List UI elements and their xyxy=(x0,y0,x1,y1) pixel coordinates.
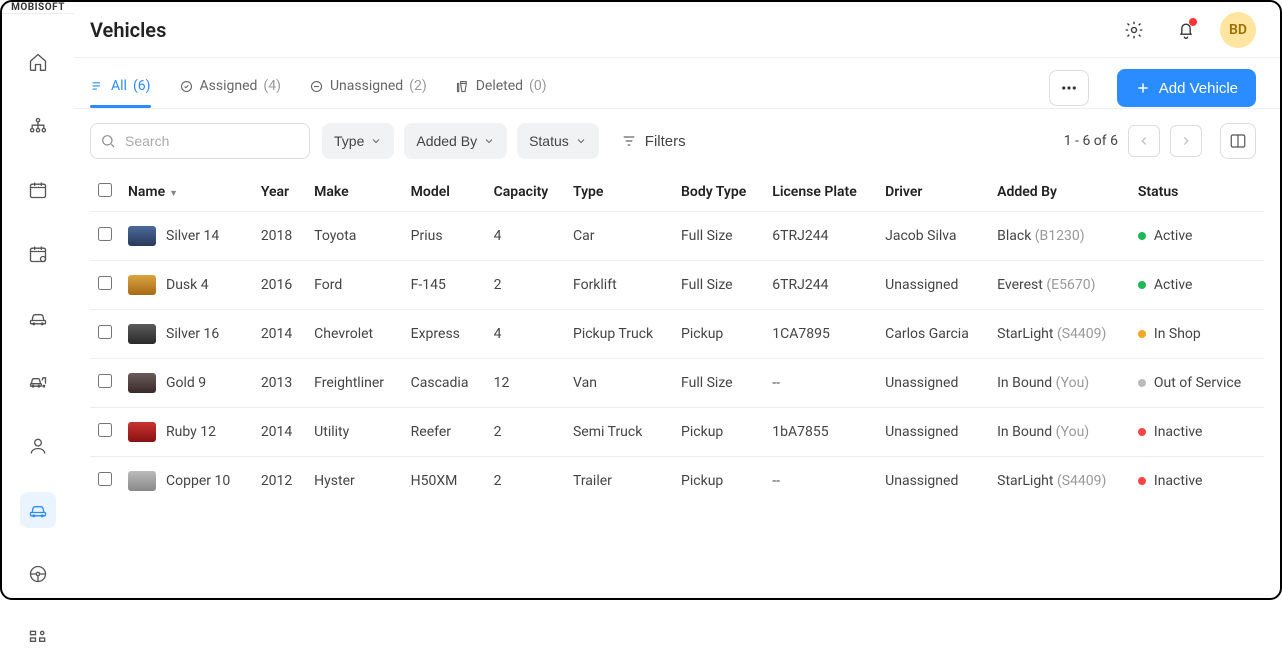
pagination-text: 1 - 6 of 6 xyxy=(1064,133,1118,149)
col-type[interactable]: Type xyxy=(565,173,673,212)
vehicle-name: Dusk 4 xyxy=(166,277,209,293)
row-checkbox[interactable] xyxy=(98,276,112,290)
tab-unassigned[interactable]: Unassigned (2) xyxy=(309,68,427,108)
status-dot xyxy=(1138,477,1146,485)
nav-home[interactable] xyxy=(20,44,56,80)
table-row[interactable]: Silver 162014ChevroletExpress4Pickup Tru… xyxy=(90,310,1264,359)
col-driver[interactable]: Driver xyxy=(877,173,989,212)
col-model[interactable]: Model xyxy=(403,173,486,212)
tab-all[interactable]: All (6) xyxy=(90,68,151,108)
nav-org[interactable] xyxy=(20,108,56,144)
row-checkbox[interactable] xyxy=(98,472,112,486)
vehicle-name: Copper 10 xyxy=(166,473,230,489)
page-title: Vehicles xyxy=(90,18,1100,42)
vehicle-thumb xyxy=(128,226,156,246)
row-checkbox[interactable] xyxy=(98,325,112,339)
table-row[interactable]: Gold 92013FreightlinerCascadia12VanFull … xyxy=(90,359,1264,408)
col-make[interactable]: Make xyxy=(306,173,402,212)
nav-steering[interactable] xyxy=(20,556,56,592)
more-button[interactable] xyxy=(1049,70,1089,106)
status-dot xyxy=(1138,232,1146,240)
status-dot xyxy=(1138,428,1146,436)
nav-widgets[interactable] xyxy=(20,620,56,656)
columns-button[interactable] xyxy=(1220,123,1256,159)
nav-car[interactable] xyxy=(20,300,56,336)
col-capacity[interactable]: Capacity xyxy=(486,173,565,212)
vehicle-name: Silver 14 xyxy=(166,228,219,244)
nav-vehicles[interactable] xyxy=(20,492,56,528)
vehicle-thumb xyxy=(128,275,156,295)
nav-fleet[interactable] xyxy=(20,364,56,400)
status-dot xyxy=(1138,379,1146,387)
col-name[interactable]: Name▼ xyxy=(120,173,253,212)
filter-added-by[interactable]: Added By xyxy=(404,123,507,159)
filter-status[interactable]: Status xyxy=(517,123,599,159)
vehicle-thumb xyxy=(128,422,156,442)
status-dot xyxy=(1138,330,1146,338)
row-checkbox[interactable] xyxy=(98,374,112,388)
settings-icon[interactable] xyxy=(1116,12,1152,48)
vehicle-thumb xyxy=(128,373,156,393)
avatar[interactable]: BD xyxy=(1220,12,1256,48)
search-input[interactable] xyxy=(90,123,310,159)
col-status[interactable]: Status xyxy=(1130,173,1264,212)
logo: MOBISOFT xyxy=(2,2,74,14)
filter-type[interactable]: Type xyxy=(322,123,394,159)
bell-icon[interactable] xyxy=(1168,12,1204,48)
nav-user[interactable] xyxy=(20,428,56,464)
next-page-button[interactable] xyxy=(1170,125,1202,157)
vehicle-name: Gold 9 xyxy=(166,375,206,391)
row-checkbox[interactable] xyxy=(98,423,112,437)
col-license-plate[interactable]: License Plate xyxy=(764,173,877,212)
col-added-by[interactable]: Added By xyxy=(989,173,1130,212)
nav-schedule[interactable] xyxy=(20,236,56,272)
select-all-checkbox[interactable] xyxy=(98,183,112,197)
search-icon xyxy=(100,133,116,149)
prev-page-button[interactable] xyxy=(1128,125,1160,157)
tab-deleted[interactable]: Deleted (0) xyxy=(455,68,547,108)
table-row[interactable]: Ruby 122014UtilityReefer2Semi TruckPicku… xyxy=(90,408,1264,457)
col-body-type[interactable]: Body Type xyxy=(673,173,764,212)
vehicle-name: Ruby 12 xyxy=(166,424,216,440)
status-dot xyxy=(1138,281,1146,289)
table-row[interactable]: Silver 142018ToyotaPrius4CarFull Size6TR… xyxy=(90,212,1264,261)
tab-assigned[interactable]: Assigned (4) xyxy=(179,68,281,108)
row-checkbox[interactable] xyxy=(98,227,112,241)
vehicle-thumb xyxy=(128,471,156,491)
col-year[interactable]: Year xyxy=(253,173,306,212)
vehicle-thumb xyxy=(128,324,156,344)
vehicle-name: Silver 16 xyxy=(166,326,219,342)
add-vehicle-button[interactable]: Add Vehicle xyxy=(1117,69,1256,107)
table-row[interactable]: Dusk 42016FordF-1452ForkliftFull Size6TR… xyxy=(90,261,1264,310)
notification-dot xyxy=(1189,18,1197,26)
nav-calendar[interactable] xyxy=(20,172,56,208)
sidebar xyxy=(2,14,74,656)
table-row[interactable]: Copper 102012HysterH50XM2TrailerPickup--… xyxy=(90,457,1264,506)
filters-button[interactable]: Filters xyxy=(611,123,696,159)
